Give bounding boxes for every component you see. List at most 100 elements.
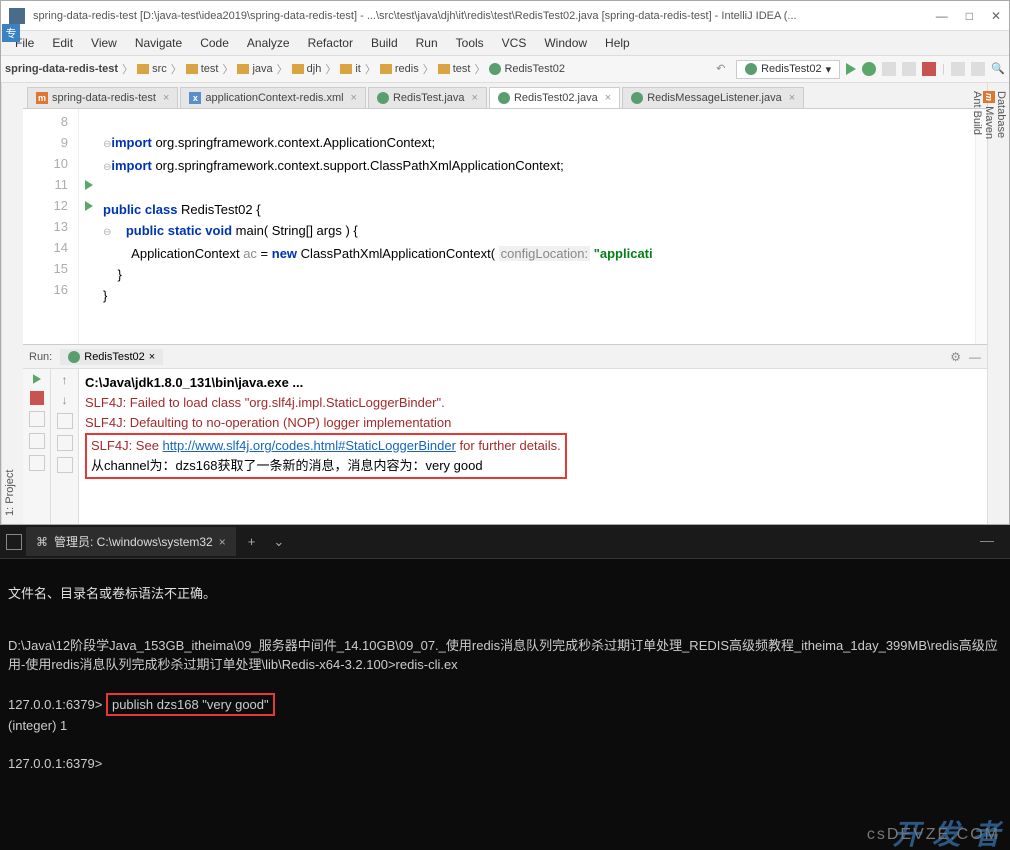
close-tab-icon[interactable]: × (163, 92, 169, 104)
line-gutter: 8910111213141516 (23, 109, 79, 344)
run-button[interactable] (846, 63, 856, 75)
ant-button[interactable]: Ant Build (971, 91, 983, 506)
menu-help[interactable]: Help (597, 34, 638, 52)
menu-code[interactable]: Code (192, 34, 237, 52)
minimize-icon[interactable] (980, 541, 994, 542)
tool-icon[interactable] (29, 455, 45, 471)
run-panel: Run: RedisTest02× ⚙ — ↑ ↓ (23, 344, 987, 524)
close-tab-icon[interactable]: × (789, 92, 795, 104)
editor-tab[interactable]: RedisTest02.java× (489, 87, 620, 108)
tool-icon[interactable] (57, 435, 73, 451)
project-sidebar-button[interactable]: 1: Project (1, 83, 23, 524)
menubar: File Edit View Navigate Code Analyze Ref… (1, 31, 1009, 55)
maximize-button[interactable]: □ (966, 9, 973, 23)
gear-icon[interactable]: ⚙ (950, 350, 961, 364)
rerun-icon[interactable] (33, 374, 41, 384)
breadcrumb-item[interactable]: test (186, 63, 219, 75)
breadcrumb-item[interactable]: it (340, 63, 361, 75)
run-gutter-icon[interactable] (85, 180, 93, 190)
run-toolbar (23, 369, 51, 524)
right-sidebar: Database m Maven Ant Build (987, 83, 1009, 524)
xml-icon: x (189, 92, 201, 104)
cmd-icon: ⌘ (36, 535, 48, 549)
tool-icon[interactable] (57, 457, 73, 473)
tool-icon[interactable] (29, 411, 45, 427)
folder-icon (340, 64, 352, 74)
menu-refactor[interactable]: Refactor (300, 34, 361, 52)
close-tab-icon[interactable]: × (351, 92, 357, 104)
menu-build[interactable]: Build (363, 34, 406, 52)
editor-tabs: mspring-data-redis-test× xapplicationCon… (23, 83, 987, 109)
app-icon (9, 8, 25, 24)
database-button[interactable]: Database (995, 91, 1007, 506)
menu-run[interactable]: Run (408, 34, 446, 52)
editor-tab[interactable]: xapplicationContext-redis.xml× (180, 87, 366, 108)
maven-icon: m (36, 92, 48, 104)
sync-icon[interactable] (971, 62, 985, 76)
profile-button[interactable] (902, 62, 916, 76)
navbar: spring-data-redis-test〉 src〉 test〉 java〉… (1, 55, 1009, 83)
debug-button[interactable] (862, 62, 876, 76)
breadcrumb-item[interactable]: java (237, 63, 272, 75)
maven-button[interactable]: m Maven (983, 91, 995, 506)
folder-icon (292, 64, 304, 74)
class-icon (498, 92, 510, 104)
run-toolbar2: ↑ ↓ (51, 369, 79, 524)
stop-icon[interactable] (30, 391, 44, 405)
run-tab[interactable]: RedisTest02× (60, 349, 163, 365)
tool-icon[interactable] (57, 413, 73, 429)
terminal-output[interactable]: 文件名、目录名或卷标语法不正确。 D:\Java\12阶段学Java_153GB… (0, 559, 1010, 850)
close-tab-icon[interactable]: × (219, 535, 226, 549)
up-icon[interactable]: ↑ (62, 373, 68, 387)
back-icon[interactable]: ↶ (716, 62, 730, 76)
close-tab-icon[interactable]: × (605, 92, 611, 104)
new-tab-button[interactable]: + (240, 530, 264, 553)
badge-icon: 专 (2, 24, 20, 42)
folder-icon (186, 64, 198, 74)
down-icon[interactable]: ↓ (62, 393, 68, 407)
shield-icon (6, 534, 22, 550)
minimize-button[interactable]: — (936, 9, 948, 23)
breadcrumb-item[interactable]: test (438, 63, 471, 75)
stop-button[interactable] (922, 62, 936, 76)
console-output[interactable]: C:\Java\jdk1.8.0_131\bin\java.exe ... SL… (79, 369, 987, 524)
window-title: spring-data-redis-test [D:\java-test\ide… (33, 10, 926, 22)
breadcrumb-item[interactable]: redis (380, 63, 419, 75)
class-icon (377, 92, 389, 104)
code-editor[interactable]: 8910111213141516 ⊖import org.springframe… (23, 109, 987, 344)
menu-analyze[interactable]: Analyze (239, 34, 298, 52)
editor-tab[interactable]: mspring-data-redis-test× (27, 87, 178, 108)
close-button[interactable]: ✕ (991, 9, 1001, 23)
menu-edit[interactable]: Edit (44, 34, 81, 52)
menu-window[interactable]: Window (536, 34, 595, 52)
folder-icon (380, 64, 392, 74)
vcs-icon[interactable] (951, 62, 965, 76)
breadcrumb-item[interactable]: RedisTest02 (489, 63, 565, 75)
code-content[interactable]: ⊖import org.springframework.context.Appl… (99, 109, 975, 344)
terminal-tab[interactable]: ⌘ 管理员: C:\windows\system32 × (26, 527, 236, 556)
gutter-marks (79, 109, 99, 344)
tab-dropdown-icon[interactable]: ⌄ (267, 530, 290, 554)
editor-tab[interactable]: RedisMessageListener.java× (622, 87, 804, 108)
breadcrumb-item[interactable]: djh (292, 63, 322, 75)
editor-tab[interactable]: RedisTest.java× (368, 87, 487, 108)
breadcrumb-item[interactable]: src (137, 63, 167, 75)
folder-icon (237, 64, 249, 74)
tool-icon[interactable] (29, 433, 45, 449)
folder-icon (137, 64, 149, 74)
menu-view[interactable]: View (83, 34, 125, 52)
coverage-button[interactable] (882, 62, 896, 76)
watermark-url: csDEVZE.COM (867, 825, 1000, 844)
run-config-select[interactable]: RedisTest02 ▾ (736, 60, 840, 79)
search-icon[interactable]: 🔍 (991, 62, 1005, 76)
folder-icon (438, 64, 450, 74)
menu-vcs[interactable]: VCS (494, 34, 535, 52)
terminal-window: ⌘ 管理员: C:\windows\system32 × + ⌄ 文件名、目录名… (0, 525, 1010, 850)
menu-navigate[interactable]: Navigate (127, 34, 190, 52)
breadcrumb-item[interactable]: spring-data-redis-test (5, 63, 118, 75)
run-gutter-icon[interactable] (85, 201, 93, 211)
run-label: Run: (29, 351, 52, 363)
class-icon (631, 92, 643, 104)
menu-tools[interactable]: Tools (448, 34, 492, 52)
close-tab-icon[interactable]: × (472, 92, 478, 104)
